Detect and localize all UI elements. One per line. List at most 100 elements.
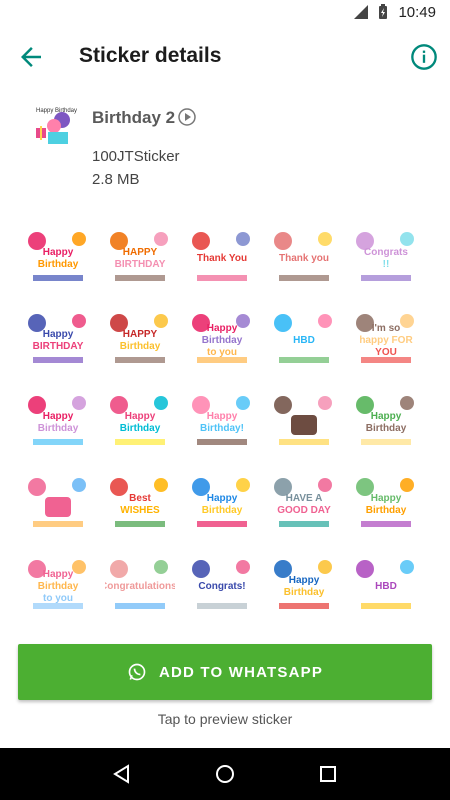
sticker-image: HappyBirthday bbox=[356, 478, 414, 527]
sticker-image: HappyBirthday bbox=[356, 396, 414, 445]
sticker-image: Congrats!! bbox=[356, 232, 414, 281]
svg-text:Happy Birthday: Happy Birthday bbox=[36, 108, 77, 114]
sticker-image: HappyBirthday! bbox=[192, 396, 250, 445]
nav-back-icon[interactable] bbox=[110, 762, 134, 786]
sticker-image: BestWISHES bbox=[110, 478, 168, 527]
sticker-image bbox=[274, 396, 332, 445]
sticker-image: Congratulations! bbox=[105, 560, 175, 609]
app-bar: Sticker details bbox=[0, 24, 450, 90]
sticker-image: I'm sohappy FORYOU bbox=[356, 314, 414, 363]
sticker-item[interactable]: Happy Birthday bbox=[348, 386, 424, 462]
sticker-item[interactable]: Congrats! bbox=[184, 550, 260, 626]
sticker-item[interactable]: Thank You bbox=[184, 222, 260, 298]
pack-publisher: 100JTSticker bbox=[92, 148, 180, 165]
sticker-item[interactable]: Happy Birthday bbox=[20, 222, 96, 298]
sticker-item[interactable]: HBD bbox=[348, 550, 424, 626]
sticker-text: Happy bbox=[207, 411, 238, 422]
sticker-text: Happy bbox=[371, 411, 402, 422]
sticker-text: Birthday bbox=[38, 423, 79, 434]
sticker-image: HappyBirthday bbox=[28, 232, 86, 281]
sticker-item[interactable]: Thank you bbox=[266, 222, 342, 298]
arrow-back-icon[interactable] bbox=[16, 42, 46, 72]
sticker-item[interactable]: Congratulations! bbox=[102, 550, 178, 626]
sticker-item[interactable]: Happy Birthday! bbox=[184, 386, 260, 462]
signal-icon bbox=[354, 5, 369, 19]
pack-name: Birthday 2 bbox=[92, 108, 176, 127]
sticker-text: BIRTHDAY bbox=[33, 341, 84, 352]
sticker-text: WISHES bbox=[120, 505, 160, 516]
sticker-item[interactable]: Happy Birthday bbox=[184, 468, 260, 544]
pack-header: Happy Birthday Birthday 2 100JTSticker 2… bbox=[0, 96, 450, 196]
sticker-grid: Happy Birthday HAPPY BIRTHDAY Thank You Thank… bbox=[20, 222, 434, 632]
sticker-image: Thank you bbox=[274, 232, 332, 281]
sticker-image: HappyBIRTHDAY bbox=[28, 314, 86, 363]
sticker-text: Happy bbox=[207, 323, 238, 334]
sticker-item[interactable]: Happy Birthday to you bbox=[184, 304, 260, 380]
sticker-text: to you bbox=[207, 347, 237, 358]
sticker-item[interactable]: HAPPY BIRTHDAY bbox=[102, 222, 178, 298]
sticker-item[interactable]: Happy Birthday bbox=[102, 386, 178, 462]
sticker-text: Birthday bbox=[38, 259, 79, 270]
sticker-text: Best bbox=[129, 493, 151, 504]
sticker-text: Happy bbox=[43, 329, 74, 340]
sticker-text: GOOD DAY bbox=[277, 505, 331, 516]
sticker-image: HBD bbox=[356, 560, 414, 609]
page-title: Sticker details bbox=[79, 44, 222, 67]
sticker-item[interactable]: Happy Birthday to you bbox=[20, 550, 96, 626]
sticker-image bbox=[28, 478, 86, 527]
sticker-item[interactable]: Happy Birthday bbox=[20, 386, 96, 462]
battery-icon bbox=[379, 4, 388, 19]
info-icon[interactable] bbox=[410, 43, 438, 71]
sticker-item[interactable]: HAVE A GOOD DAY bbox=[266, 468, 342, 544]
sticker-item[interactable]: Congrats!! bbox=[348, 222, 424, 298]
sticker-text: YOU bbox=[375, 347, 397, 358]
sticker-item[interactable]: HAPPY Birthday bbox=[102, 304, 178, 380]
sticker-item[interactable]: HBD bbox=[266, 304, 342, 380]
sticker-text: Congrats! bbox=[198, 581, 245, 592]
sticker-text: HAPPY bbox=[123, 247, 158, 258]
sticker-text: to you bbox=[43, 593, 73, 604]
add-to-whatsapp-button[interactable]: ADD TO WHATSAPP bbox=[18, 644, 432, 700]
sticker-tray-icon: Happy Birthday bbox=[36, 108, 77, 144]
sticker-text: HBD bbox=[375, 581, 397, 592]
sticker-text: Birthday bbox=[284, 587, 325, 598]
sticker-text: Happy bbox=[207, 493, 238, 504]
sticker-text: Thank you bbox=[279, 253, 329, 264]
system-nav-bar bbox=[0, 748, 450, 800]
whatsapp-icon bbox=[128, 663, 146, 681]
sticker-item[interactable] bbox=[20, 468, 96, 544]
sticker-image: HAPPYBirthday bbox=[110, 314, 168, 363]
sticker-item[interactable]: Best WISHES bbox=[102, 468, 178, 544]
sticker-text: Birthday! bbox=[200, 423, 244, 434]
pack-size: 2.8 MB bbox=[92, 171, 140, 188]
sticker-item[interactable]: Happy BIRTHDAY bbox=[20, 304, 96, 380]
nav-home-icon[interactable] bbox=[213, 762, 237, 786]
sticker-text: Happy bbox=[289, 575, 320, 586]
sticker-image: Thank You bbox=[192, 232, 250, 281]
sticker-text: Happy bbox=[125, 411, 156, 422]
sticker-item[interactable]: Happy Birthday bbox=[266, 550, 342, 626]
sticker-text: Birthday bbox=[366, 423, 407, 434]
sticker-text: HAPPY bbox=[123, 329, 158, 340]
sticker-image: HappyBirthday bbox=[110, 396, 168, 445]
play-icon[interactable] bbox=[178, 108, 196, 126]
preview-hint: Tap to preview sticker bbox=[157, 711, 293, 727]
sticker-text: Happy bbox=[43, 411, 74, 422]
sticker-text: Birthday bbox=[38, 581, 79, 592]
sticker-image: Congrats! bbox=[192, 560, 250, 609]
sticker-item[interactable] bbox=[266, 386, 342, 462]
sticker-image: HappyBirthday bbox=[28, 396, 86, 445]
sticker-text: Thank You bbox=[197, 253, 247, 264]
sticker-text: Birthday bbox=[366, 505, 407, 516]
sticker-item[interactable]: I'm so happy FOR YOU bbox=[348, 304, 424, 380]
sticker-item[interactable]: Happy Birthday bbox=[348, 468, 424, 544]
sticker-image: HAPPYBIRTHDAY bbox=[110, 232, 168, 281]
sticker-image: HappyBirthday bbox=[192, 478, 250, 527]
sticker-image: HappyBirthday bbox=[274, 560, 332, 609]
sticker-text: Happy bbox=[43, 247, 74, 258]
sticker-text: Happy bbox=[43, 569, 74, 580]
sticker-text: !! bbox=[383, 259, 390, 270]
nav-recents-icon[interactable] bbox=[316, 762, 340, 786]
sticker-image: HappyBirthdayto you bbox=[28, 560, 86, 609]
sticker-text: BIRTHDAY bbox=[115, 259, 166, 270]
